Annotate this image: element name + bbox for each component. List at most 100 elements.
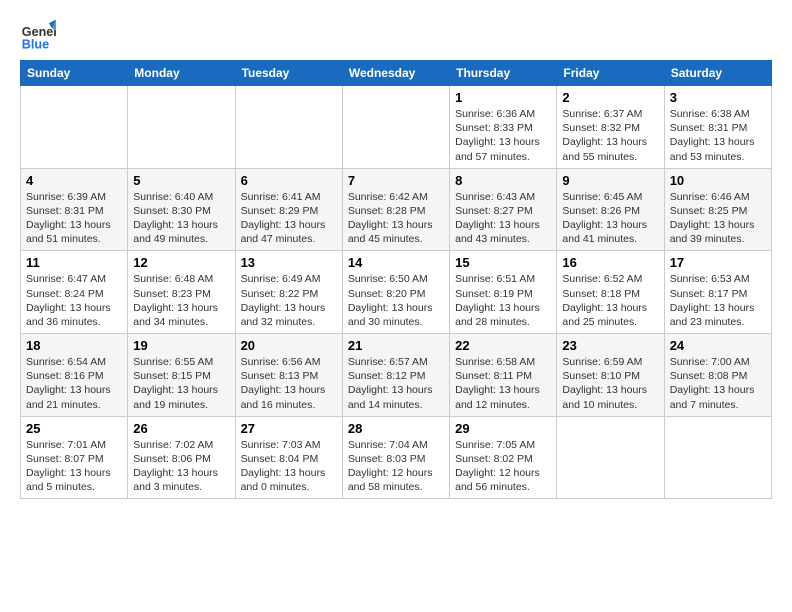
calendar-cell bbox=[128, 86, 235, 169]
calendar-cell: 2 Sunrise: 6:37 AMSunset: 8:32 PMDaylight… bbox=[557, 86, 664, 169]
day-info: Sunrise: 6:59 AMSunset: 8:10 PMDaylight:… bbox=[562, 355, 658, 412]
day-info: Sunrise: 6:58 AMSunset: 8:11 PMDaylight:… bbox=[455, 355, 551, 412]
calendar-cell: 26 Sunrise: 7:02 AMSunset: 8:06 PMDayligh… bbox=[128, 416, 235, 499]
day-info: Sunrise: 6:57 AMSunset: 8:12 PMDaylight:… bbox=[348, 355, 444, 412]
calendar-cell: 20 Sunrise: 6:56 AMSunset: 8:13 PMDayligh… bbox=[235, 334, 342, 417]
day-number: 5 bbox=[133, 173, 229, 188]
calendar-cell: 17 Sunrise: 6:53 AMSunset: 8:17 PMDayligh… bbox=[664, 251, 771, 334]
calendar-week-5: 25 Sunrise: 7:01 AMSunset: 8:07 PMDayligh… bbox=[21, 416, 772, 499]
day-info: Sunrise: 6:40 AMSunset: 8:30 PMDaylight:… bbox=[133, 190, 229, 247]
day-number: 12 bbox=[133, 255, 229, 270]
calendar-cell: 14 Sunrise: 6:50 AMSunset: 8:20 PMDayligh… bbox=[342, 251, 449, 334]
calendar-cell: 23 Sunrise: 6:59 AMSunset: 8:10 PMDayligh… bbox=[557, 334, 664, 417]
calendar-cell: 8 Sunrise: 6:43 AMSunset: 8:27 PMDaylight… bbox=[450, 168, 557, 251]
day-number: 9 bbox=[562, 173, 658, 188]
day-info: Sunrise: 6:43 AMSunset: 8:27 PMDaylight:… bbox=[455, 190, 551, 247]
calendar-cell: 18 Sunrise: 6:54 AMSunset: 8:16 PMDayligh… bbox=[21, 334, 128, 417]
day-info: Sunrise: 6:47 AMSunset: 8:24 PMDaylight:… bbox=[26, 272, 122, 329]
day-number: 19 bbox=[133, 338, 229, 353]
day-info: Sunrise: 6:41 AMSunset: 8:29 PMDaylight:… bbox=[241, 190, 337, 247]
day-info: Sunrise: 7:03 AMSunset: 8:04 PMDaylight:… bbox=[241, 438, 337, 495]
day-info: Sunrise: 6:36 AMSunset: 8:33 PMDaylight:… bbox=[455, 107, 551, 164]
day-number: 23 bbox=[562, 338, 658, 353]
day-number: 18 bbox=[26, 338, 122, 353]
day-number: 24 bbox=[670, 338, 766, 353]
calendar-cell: 27 Sunrise: 7:03 AMSunset: 8:04 PMDayligh… bbox=[235, 416, 342, 499]
day-number: 28 bbox=[348, 421, 444, 436]
calendar-week-4: 18 Sunrise: 6:54 AMSunset: 8:16 PMDayligh… bbox=[21, 334, 772, 417]
day-info: Sunrise: 6:37 AMSunset: 8:32 PMDaylight:… bbox=[562, 107, 658, 164]
calendar-cell: 10Sunrise: 6:46 AMSunset: 8:25 PMDayligh… bbox=[664, 168, 771, 251]
calendar-cell: 15 Sunrise: 6:51 AMSunset: 8:19 PMDayligh… bbox=[450, 251, 557, 334]
day-number: 2 bbox=[562, 90, 658, 105]
day-number: 16 bbox=[562, 255, 658, 270]
calendar-cell: 1 Sunrise: 6:36 AMSunset: 8:33 PMDaylight… bbox=[450, 86, 557, 169]
day-number: 15 bbox=[455, 255, 551, 270]
day-number: 14 bbox=[348, 255, 444, 270]
day-info: Sunrise: 6:56 AMSunset: 8:13 PMDaylight:… bbox=[241, 355, 337, 412]
day-number: 17 bbox=[670, 255, 766, 270]
day-number: 22 bbox=[455, 338, 551, 353]
weekday-header-sunday: Sunday bbox=[21, 61, 128, 86]
weekday-header-wednesday: Wednesday bbox=[342, 61, 449, 86]
day-info: Sunrise: 6:55 AMSunset: 8:15 PMDaylight:… bbox=[133, 355, 229, 412]
logo-icon: General Blue bbox=[20, 16, 56, 52]
day-info: Sunrise: 7:02 AMSunset: 8:06 PMDaylight:… bbox=[133, 438, 229, 495]
day-number: 20 bbox=[241, 338, 337, 353]
weekday-header-saturday: Saturday bbox=[664, 61, 771, 86]
calendar-week-1: 1 Sunrise: 6:36 AMSunset: 8:33 PMDaylight… bbox=[21, 86, 772, 169]
day-number: 4 bbox=[26, 173, 122, 188]
svg-text:Blue: Blue bbox=[22, 37, 49, 51]
calendar-cell: 19 Sunrise: 6:55 AMSunset: 8:15 PMDayligh… bbox=[128, 334, 235, 417]
calendar-cell: 6 Sunrise: 6:41 AMSunset: 8:29 PMDaylight… bbox=[235, 168, 342, 251]
calendar-cell bbox=[235, 86, 342, 169]
weekday-header-row: SundayMondayTuesdayWednesdayThursdayFrid… bbox=[21, 61, 772, 86]
day-number: 10 bbox=[670, 173, 766, 188]
day-info: Sunrise: 6:50 AMSunset: 8:20 PMDaylight:… bbox=[348, 272, 444, 329]
weekday-header-friday: Friday bbox=[557, 61, 664, 86]
day-number: 21 bbox=[348, 338, 444, 353]
calendar-cell: 16 Sunrise: 6:52 AMSunset: 8:18 PMDayligh… bbox=[557, 251, 664, 334]
day-info: Sunrise: 6:42 AMSunset: 8:28 PMDaylight:… bbox=[348, 190, 444, 247]
day-number: 8 bbox=[455, 173, 551, 188]
logo: General Blue bbox=[20, 16, 60, 52]
calendar-cell: 4 Sunrise: 6:39 AMSunset: 8:31 PMDaylight… bbox=[21, 168, 128, 251]
day-number: 29 bbox=[455, 421, 551, 436]
day-info: Sunrise: 6:52 AMSunset: 8:18 PMDaylight:… bbox=[562, 272, 658, 329]
day-info: Sunrise: 6:54 AMSunset: 8:16 PMDaylight:… bbox=[26, 355, 122, 412]
day-number: 7 bbox=[348, 173, 444, 188]
day-info: Sunrise: 6:53 AMSunset: 8:17 PMDaylight:… bbox=[670, 272, 766, 329]
weekday-header-monday: Monday bbox=[128, 61, 235, 86]
calendar-cell: 24Sunrise: 7:00 AMSunset: 8:08 PMDayligh… bbox=[664, 334, 771, 417]
day-number: 27 bbox=[241, 421, 337, 436]
calendar-cell: 5 Sunrise: 6:40 AMSunset: 8:30 PMDaylight… bbox=[128, 168, 235, 251]
calendar-week-3: 11 Sunrise: 6:47 AMSunset: 8:24 PMDayligh… bbox=[21, 251, 772, 334]
calendar-cell: 7 Sunrise: 6:42 AMSunset: 8:28 PMDaylight… bbox=[342, 168, 449, 251]
calendar-cell: 9Sunrise: 6:45 AMSunset: 8:26 PMDaylight… bbox=[557, 168, 664, 251]
day-number: 13 bbox=[241, 255, 337, 270]
calendar-cell: 22 Sunrise: 6:58 AMSunset: 8:11 PMDayligh… bbox=[450, 334, 557, 417]
day-info: Sunrise: 7:01 AMSunset: 8:07 PMDaylight:… bbox=[26, 438, 122, 495]
day-number: 25 bbox=[26, 421, 122, 436]
weekday-header-thursday: Thursday bbox=[450, 61, 557, 86]
day-info: Sunrise: 6:49 AMSunset: 8:22 PMDaylight:… bbox=[241, 272, 337, 329]
calendar-cell bbox=[342, 86, 449, 169]
day-number: 26 bbox=[133, 421, 229, 436]
day-number: 6 bbox=[241, 173, 337, 188]
day-info: Sunrise: 6:51 AMSunset: 8:19 PMDaylight:… bbox=[455, 272, 551, 329]
day-info: Sunrise: 7:04 AMSunset: 8:03 PMDaylight:… bbox=[348, 438, 444, 495]
day-info: Sunrise: 6:48 AMSunset: 8:23 PMDaylight:… bbox=[133, 272, 229, 329]
calendar-cell: 12 Sunrise: 6:48 AMSunset: 8:23 PMDayligh… bbox=[128, 251, 235, 334]
calendar-cell: 3 Sunrise: 6:38 AMSunset: 8:31 PMDaylight… bbox=[664, 86, 771, 169]
day-info: Sunrise: 6:39 AMSunset: 8:31 PMDaylight:… bbox=[26, 190, 122, 247]
calendar-cell bbox=[21, 86, 128, 169]
calendar-cell bbox=[664, 416, 771, 499]
calendar-cell bbox=[557, 416, 664, 499]
day-number: 1 bbox=[455, 90, 551, 105]
day-number: 3 bbox=[670, 90, 766, 105]
day-number: 11 bbox=[26, 255, 122, 270]
weekday-header-tuesday: Tuesday bbox=[235, 61, 342, 86]
day-info: Sunrise: 6:38 AMSunset: 8:31 PMDaylight:… bbox=[670, 107, 766, 164]
day-info: Sunrise: 7:05 AMSunset: 8:02 PMDaylight:… bbox=[455, 438, 551, 495]
calendar-cell: 13 Sunrise: 6:49 AMSunset: 8:22 PMDayligh… bbox=[235, 251, 342, 334]
